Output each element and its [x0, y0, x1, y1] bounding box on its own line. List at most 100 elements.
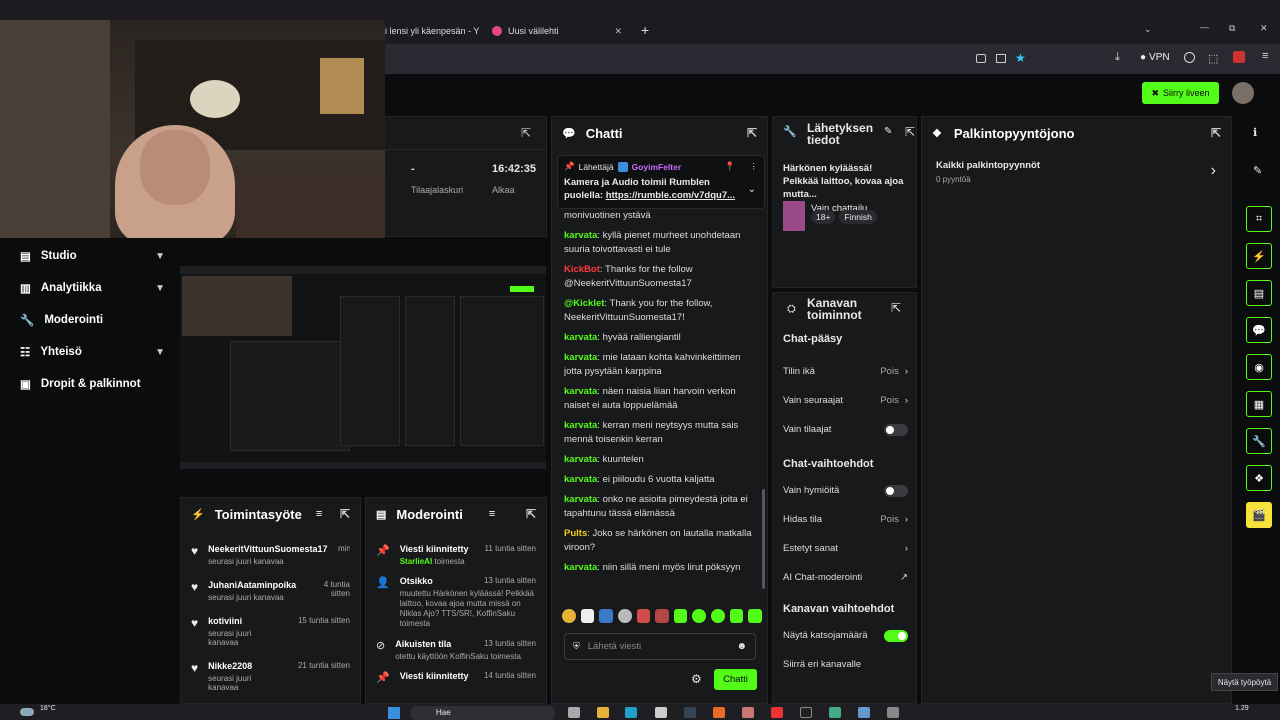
broadcast-icon[interactable]: ◉: [1246, 354, 1272, 380]
list-item[interactable]: ♥ kotiviini seurasi juuri kanavaa 15 tunt…: [191, 616, 350, 647]
vpn-button[interactable]: ● VPN: [1140, 52, 1170, 63]
new-tab-button[interactable]: +: [641, 22, 649, 38]
emote-icon[interactable]: [562, 609, 576, 623]
scan-icon[interactable]: ⌗: [1246, 206, 1272, 232]
extensions-icon[interactable]: ⬚: [1208, 52, 1218, 65]
chat-username[interactable]: karvata: [564, 332, 597, 343]
folder-icon[interactable]: [597, 707, 609, 718]
emote-icon[interactable]: [729, 609, 744, 623]
app-icon[interactable]: [887, 707, 899, 718]
list-item[interactable]: ♥ Nikke2208 seurasi juuri kanavaa 21 tunt…: [191, 661, 350, 692]
list-item[interactable]: ♥ JuhaniAataminpoika seurasi juuri kanava…: [191, 580, 350, 602]
taskview-icon[interactable]: [568, 707, 580, 718]
emote-icon[interactable]: [617, 609, 632, 623]
close-icon[interactable]: ✕: [615, 26, 623, 37]
chat-username[interactable]: karvata: [564, 454, 597, 465]
setting-followers-only[interactable]: Vain seuraajat Pois ›: [783, 386, 916, 415]
show-viewers-toggle[interactable]: [884, 629, 908, 642]
profile-icon[interactable]: [1184, 52, 1195, 63]
setting-show-viewers[interactable]: Näytä katsojamäärä: [783, 621, 916, 650]
chat-username[interactable]: @Kicklet: [564, 298, 604, 309]
sidebar-item-studio[interactable]: ▤ Studio ▼: [20, 244, 165, 268]
app-icon[interactable]: [858, 707, 870, 718]
setting-emotes-only[interactable]: Vain hymiöitä: [783, 476, 916, 505]
pencil-icon[interactable]: ✎: [1253, 164, 1262, 177]
chat-input[interactable]: ⛨ Lähetä viesti ☻: [564, 633, 756, 660]
terminal-icon[interactable]: [800, 707, 812, 718]
chat-username[interactable]: karvata: [564, 230, 597, 241]
chat-username[interactable]: karvata: [564, 562, 597, 573]
chat-username[interactable]: karvata: [564, 386, 597, 397]
browser-tab[interactable]: i lensi yli käenpesän - Y ✕: [385, 20, 499, 42]
sidebar-item-drops[interactable]: ▣ Dropit & palkinnot: [20, 372, 165, 396]
extension-icon[interactable]: [1233, 51, 1245, 63]
popout-icon[interactable]: ⇱: [526, 507, 536, 521]
send-chat-button[interactable]: Chatti: [714, 669, 757, 690]
app-icon[interactable]: [742, 707, 754, 718]
store-icon[interactable]: [655, 707, 667, 718]
menu-icon[interactable]: ≡: [1262, 50, 1268, 62]
more-icon[interactable]: ⋮: [750, 161, 759, 172]
tab-list-chevron-icon[interactable]: ⌄: [1144, 24, 1152, 35]
emoji-icon[interactable]: ☻: [736, 641, 747, 652]
clapper-icon[interactable]: 🎬: [1246, 502, 1272, 528]
browser-tab[interactable]: Uusi välilehti ✕: [492, 20, 622, 42]
image-icon[interactable]: [976, 54, 986, 63]
emote-icon[interactable]: [711, 609, 725, 623]
chat-username[interactable]: karvata: [564, 494, 597, 505]
list-item[interactable]: ⊘ Aikuisten tila 13 tuntia sitten otettu k…: [376, 639, 536, 661]
emote-icon[interactable]: [692, 609, 707, 623]
list-item[interactable]: 📌 Viesti kiinnitetty StarlieAI toimesta 1…: [376, 544, 536, 566]
go-live-button[interactable]: ✖ Siirry liveen: [1142, 82, 1219, 104]
sidebar-item-analytics[interactable]: ▥ Analytiikka ▼: [20, 276, 165, 300]
emote-icon[interactable]: [748, 609, 763, 623]
list-item[interactable]: 👤 Otsikko 13 tuntia sitten muutettu Härkön…: [376, 576, 536, 629]
all-rewards-row[interactable]: Kaikki palkintopyynnöt 0 pyyntöä ›: [936, 160, 1226, 190]
wrench-icon[interactable]: 🔧: [1246, 428, 1272, 454]
firefox-icon[interactable]: [713, 707, 725, 718]
stream-preview[interactable]: [180, 266, 546, 469]
avatar[interactable]: [1232, 82, 1254, 104]
app-icon[interactable]: [829, 707, 841, 718]
popout-icon[interactable]: ⇱: [1211, 126, 1221, 140]
sidebar-item-community[interactable]: ☷ Yhteisö ▼: [20, 340, 165, 364]
pinned-message[interactable]: 📌 Lähettäjä GoyimFelter 📍 ⋮ Kamera ja Au…: [557, 155, 765, 209]
info-icon[interactable]: ℹ: [1253, 126, 1257, 139]
pinned-link[interactable]: https://rumble.com/v7dqu7...: [606, 190, 735, 201]
bookmark-star-icon[interactable]: ★: [1015, 51, 1026, 65]
chat-username[interactable]: karvata: [564, 474, 597, 485]
windows-icon[interactable]: [388, 707, 400, 719]
taskbar-search[interactable]: Hae: [410, 706, 555, 720]
setting-account-age[interactable]: Tilin ikä Pois ›: [783, 357, 916, 386]
list-item[interactable]: 📌 Viesti kiinnitetty 14 tuntia sitten: [376, 671, 536, 684]
filter-icon[interactable]: ≡: [489, 508, 495, 520]
chat-icon[interactable]: 💬: [1246, 317, 1272, 343]
document-icon[interactable]: ▤: [1246, 280, 1272, 306]
subs-only-toggle[interactable]: [884, 423, 908, 436]
download-icon[interactable]: ⤓: [1115, 51, 1120, 64]
emote-icon[interactable]: [655, 609, 669, 623]
steam-icon[interactable]: [684, 707, 696, 718]
setting-move-channel[interactable]: Siirrä eri kanavalle: [783, 650, 916, 679]
screenshot-icon[interactable]: [996, 54, 1006, 63]
list-item[interactable]: ♥ NeekeritVittuunSuomesta17 seurasi juuri…: [191, 544, 350, 566]
popout-icon[interactable]: ⇱: [905, 125, 915, 139]
chat-username[interactable]: karvata: [564, 420, 597, 431]
chat-scrollbar[interactable]: [762, 489, 765, 589]
unpin-icon[interactable]: 📍: [725, 161, 736, 172]
chat-username[interactable]: KickBot: [564, 264, 600, 275]
maximize-button[interactable]: ⧉: [1229, 23, 1235, 34]
emote-icon[interactable]: [599, 609, 613, 623]
emote-icon[interactable]: [673, 609, 688, 623]
popout-icon[interactable]: ⇱: [521, 126, 531, 140]
reward-icon[interactable]: ❖: [1246, 465, 1272, 491]
chat-username[interactable]: Pults: [564, 528, 587, 539]
chevron-down-icon[interactable]: ⌄: [748, 184, 756, 195]
filter-icon[interactable]: ≡: [316, 508, 322, 520]
minimize-button[interactable]: —: [1200, 22, 1209, 32]
opera-icon[interactable]: [771, 707, 783, 718]
gear-icon[interactable]: ⚙: [691, 672, 702, 686]
window-close-button[interactable]: ✕: [1260, 23, 1268, 34]
popout-icon[interactable]: ⇱: [891, 301, 901, 315]
setting-banned-words[interactable]: Estetyt sanat ›: [783, 534, 916, 563]
